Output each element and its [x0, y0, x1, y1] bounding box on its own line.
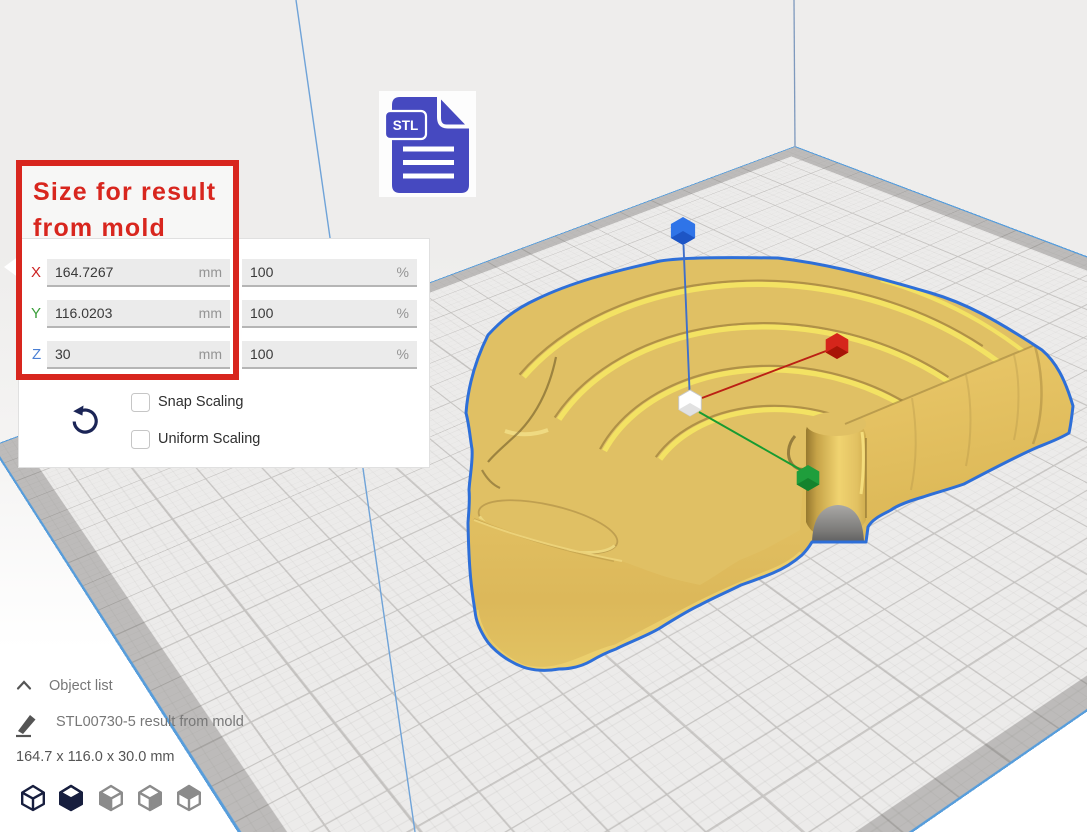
svg-text:STL: STL	[393, 118, 419, 133]
